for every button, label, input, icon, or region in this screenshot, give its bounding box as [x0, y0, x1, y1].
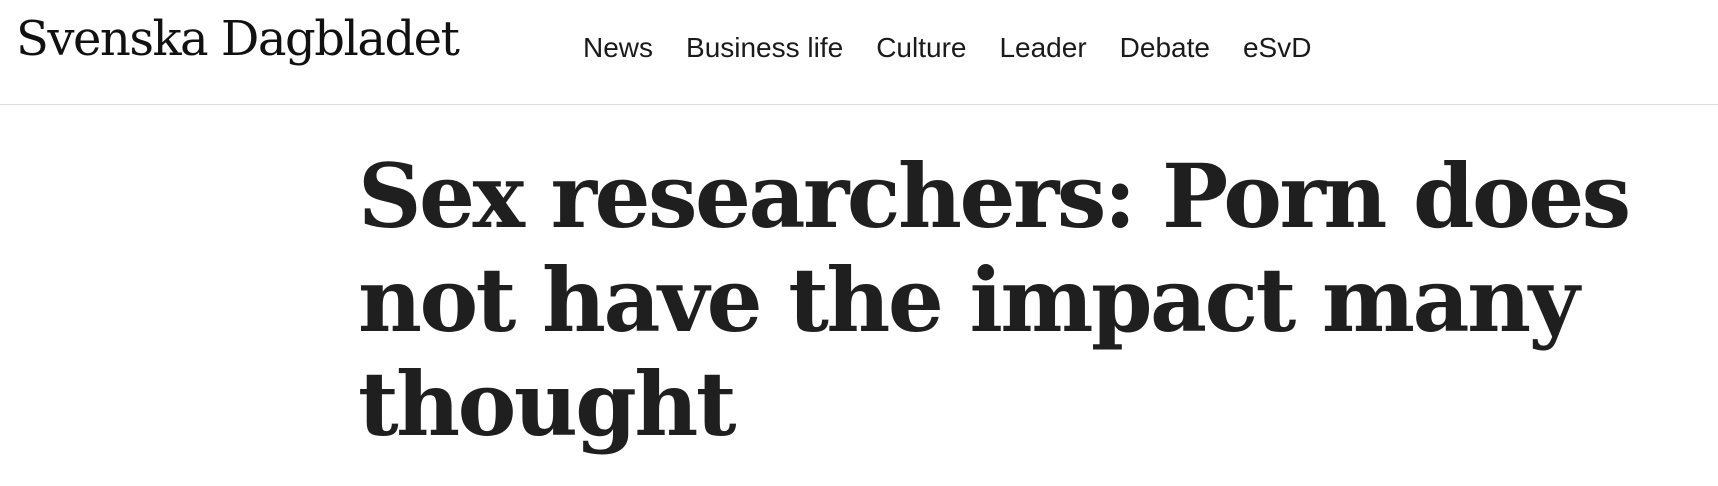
nav-item-leader[interactable]: Leader [999, 32, 1086, 64]
article-main: Sex researchers: Porn does not have the … [358, 144, 1678, 456]
main-nav: News Business life Culture Leader Debate… [583, 32, 1311, 64]
site-header: Svenska Dagbladet News Business life Cul… [0, 0, 1718, 105]
nav-item-culture[interactable]: Culture [876, 32, 966, 64]
article-headline: Sex researchers: Porn does not have the … [358, 144, 1631, 456]
nav-item-business-life[interactable]: Business life [686, 32, 843, 64]
nav-item-debate[interactable]: Debate [1120, 32, 1210, 64]
nav-item-esvd[interactable]: eSvD [1243, 32, 1311, 64]
nav-item-news[interactable]: News [583, 32, 653, 64]
site-logo[interactable]: Svenska Dagbladet [16, 14, 460, 65]
